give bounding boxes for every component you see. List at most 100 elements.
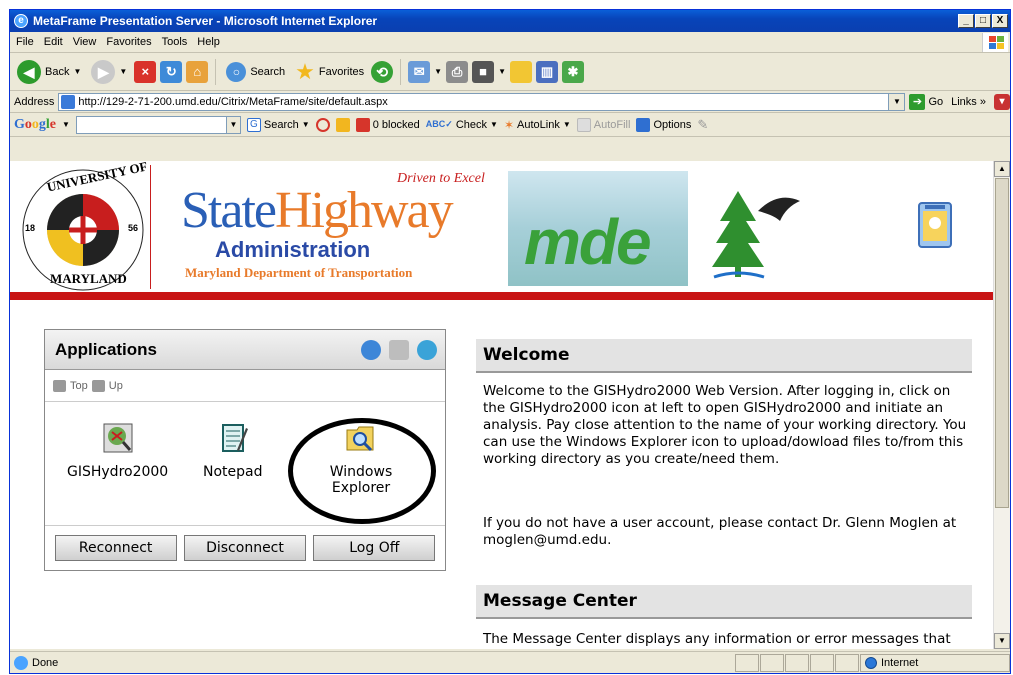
forward-dropdown-icon[interactable]: ▼ — [119, 67, 127, 76]
session-buttons: Reconnect Disconnect Log Off — [45, 526, 445, 570]
browser-window: e MetaFrame Presentation Server - Micros… — [9, 9, 1011, 674]
refresh-icon[interactable]: ↻ — [160, 60, 183, 83]
menu-file[interactable]: File — [16, 36, 34, 48]
back-button[interactable]: ◀ Back ▼ — [14, 57, 84, 87]
options-icon — [636, 117, 651, 132]
breadcrumb-top[interactable]: Top — [70, 380, 88, 392]
sha-department-text: Maryland Department of Transportation — [185, 265, 413, 280]
address-input[interactable]: http://129-2-71-200.umd.edu/Citrix/MetaF… — [58, 92, 906, 111]
maximize-button[interactable]: □ — [975, 14, 991, 28]
address-url[interactable]: http://129-2-71-200.umd.edu/Citrix/MetaF… — [78, 96, 387, 108]
minimize-button[interactable]: _ — [958, 14, 974, 28]
google-search-button[interactable]: G Search ▼ — [246, 117, 310, 132]
toolbar-extension-icon[interactable]: ▾ — [994, 93, 1010, 110]
highlighter-icon[interactable]: ✎ — [697, 117, 708, 133]
search-icon: ○ — [226, 61, 247, 82]
check-dropdown-icon[interactable]: ▼ — [490, 120, 498, 129]
home-icon[interactable]: ⌂ — [186, 60, 209, 83]
scroll-up-icon[interactable]: ▲ — [994, 161, 1010, 177]
autolink-icon: ✶ — [503, 117, 515, 132]
citrix-client-icon[interactable] — [915, 201, 955, 249]
history-icon[interactable]: ⟲ — [371, 60, 394, 83]
google-g-icon: G — [246, 117, 261, 132]
print-icon[interactable]: ⎙ — [446, 60, 469, 83]
log-off-button[interactable]: Log Off — [313, 535, 436, 561]
help-icon[interactable] — [417, 339, 437, 360]
go-label: Go — [928, 95, 944, 108]
address-label: Address — [14, 95, 55, 108]
edit-dropdown-icon[interactable]: ▼ — [498, 67, 506, 76]
options-label: Options — [653, 118, 692, 131]
spell-check-button[interactable]: ABC✓ Check ▼ — [426, 119, 498, 131]
favorites-button[interactable]: ★ Favorites — [292, 57, 367, 87]
page-status-icon — [14, 655, 28, 670]
mail-dropdown-icon[interactable]: ▼ — [434, 67, 442, 76]
menu-favorites[interactable]: Favorites — [106, 36, 151, 48]
seal-bottom-text: MARYLAND — [50, 271, 127, 286]
page-banner: UNIVERSITY OF MARYLAND 18 56 Driven to E… — [10, 161, 994, 300]
options-button[interactable]: Options — [636, 117, 692, 132]
links-button[interactable]: Links » — [951, 96, 986, 108]
google-search-input[interactable]: ▼ — [75, 115, 241, 134]
disconnect-button[interactable]: Disconnect — [183, 535, 306, 561]
google-search-dropdown-caret-icon[interactable]: ▼ — [302, 120, 310, 129]
address-dropdown-icon[interactable]: ▼ — [888, 93, 905, 110]
seal-right-year: 56 — [128, 223, 139, 233]
welcome-text: Welcome to the GISHydro2000 Web Version.… — [483, 383, 967, 467]
toolbar-separator — [400, 58, 402, 85]
menu-help[interactable]: Help — [197, 36, 220, 48]
refresh-apps-icon[interactable] — [361, 339, 381, 360]
menu-edit[interactable]: Edit — [44, 36, 63, 48]
notepad-icon — [221, 424, 248, 452]
status-cell — [735, 653, 759, 672]
go-button[interactable]: ➔ Go — [909, 93, 944, 110]
back-dropdown-icon[interactable]: ▼ — [73, 67, 81, 76]
messenger-icon[interactable]: ✱ — [562, 60, 584, 83]
edit-icon[interactable]: ■ — [472, 60, 495, 83]
google-search-dropdown-icon[interactable]: ▼ — [225, 116, 240, 133]
seal-left-year: 18 — [25, 223, 36, 233]
menu-tools[interactable]: Tools — [162, 36, 188, 48]
pagerank-icon[interactable] — [315, 117, 330, 132]
research-icon[interactable]: ▥ — [536, 60, 558, 83]
vertical-scrollbar[interactable]: ▲ ▼ — [993, 161, 1010, 649]
mail-icon[interactable]: ✉ — [408, 60, 431, 83]
top-home-icon[interactable] — [53, 379, 66, 392]
mde-text: mde — [524, 206, 652, 278]
app-gishydro2000[interactable]: GISHydro2000 — [67, 422, 168, 480]
autolink-button[interactable]: ✶ AutoLink ▼ — [504, 118, 571, 132]
annotation-circle — [288, 418, 436, 524]
ie-icon: e — [14, 14, 28, 28]
autolink-dropdown-icon[interactable]: ▼ — [563, 120, 571, 129]
back-label: Back — [45, 65, 70, 78]
settings-icon[interactable] — [389, 339, 409, 360]
close-button[interactable]: X — [992, 14, 1008, 28]
security-zone[interactable]: Internet — [860, 653, 1010, 672]
app-notepad[interactable]: Notepad — [203, 422, 263, 480]
forward-button[interactable]: ▶ ▼ — [88, 57, 130, 87]
breadcrumb-up[interactable]: Up — [109, 380, 123, 392]
search-button[interactable]: ○ Search — [223, 57, 288, 87]
menu-bar: File Edit View Favorites Tools Help — [10, 32, 1010, 53]
menu-view[interactable]: View — [73, 36, 97, 48]
google-logo[interactable]: Google — [14, 117, 56, 133]
state-highway-logo: Driven to Excel StateHighway Administrat… — [175, 165, 505, 285]
popup-blocker-button[interactable]: 0 blocked — [355, 117, 420, 132]
news-icon[interactable] — [335, 117, 350, 132]
title-bar[interactable]: e MetaFrame Presentation Server - Micros… — [10, 10, 1010, 32]
status-text: Done — [32, 656, 59, 669]
folder-icon[interactable] — [510, 60, 532, 83]
reconnect-button[interactable]: Reconnect — [54, 535, 177, 561]
status-cell — [785, 653, 809, 672]
welcome-contact-text: If you do not have a user account, pleas… — [483, 515, 957, 548]
message-center-heading: Message Center — [476, 585, 972, 619]
google-menu-dropdown-icon[interactable]: ▼ — [62, 120, 70, 129]
scroll-down-icon[interactable]: ▼ — [994, 633, 1010, 649]
sha-state-text: State — [181, 182, 277, 239]
autofill-button[interactable]: AutoFill — [576, 117, 630, 132]
blocked-label: 0 blocked — [372, 118, 420, 131]
scroll-thumb[interactable] — [995, 178, 1009, 508]
up-folder-icon[interactable] — [91, 379, 105, 392]
stop-icon[interactable]: × — [134, 60, 157, 83]
window-title: MetaFrame Presentation Server - Microsof… — [33, 14, 378, 28]
